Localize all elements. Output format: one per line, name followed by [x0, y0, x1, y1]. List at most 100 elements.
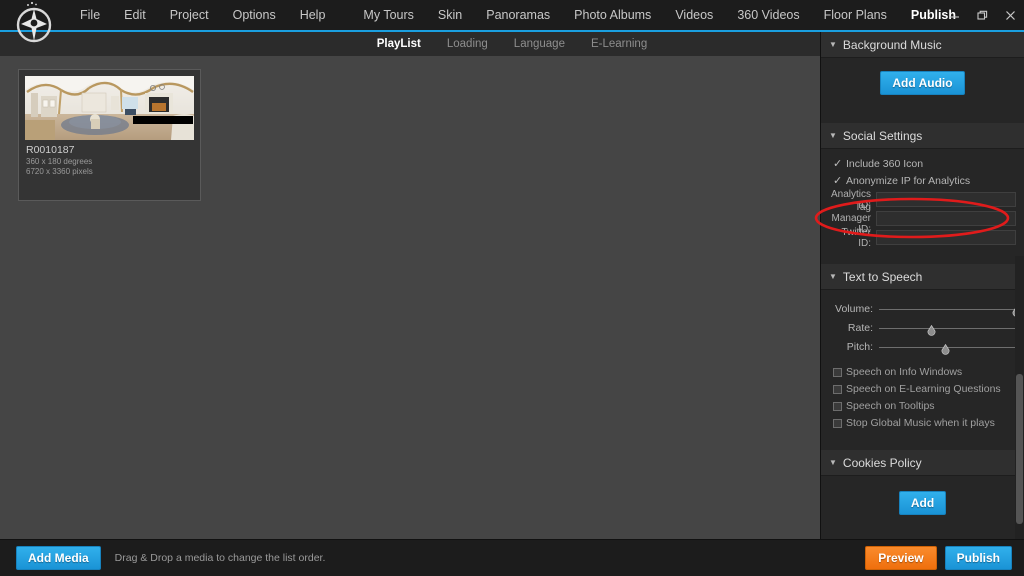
- slider-track[interactable]: [879, 302, 1021, 317]
- section-header-cookies-policy[interactable]: ▼ Cookies Policy: [821, 450, 1024, 476]
- minimize-icon[interactable]: [940, 0, 968, 31]
- bottom-bar-left: Add Media Drag & Drop a media to change …: [0, 546, 325, 570]
- slider-label: Rate:: [847, 321, 873, 334]
- menu-item-photo-albums[interactable]: Photo Albums: [562, 0, 663, 31]
- scrollbar-thumb[interactable]: [1016, 374, 1023, 524]
- section-header-social-settings[interactable]: ▼ Social Settings: [821, 123, 1024, 149]
- section-header-text-to-speech[interactable]: ▼ Text to Speech: [821, 264, 1024, 290]
- window-controls: [940, 0, 1024, 31]
- field-tag-manager-id: Tag Manager ID:: [829, 202, 1016, 235]
- checkbox-speech-on-elearning-questions[interactable]: Speech on E-Learning Questions: [833, 381, 1016, 397]
- check-icon: ✓: [833, 157, 843, 170]
- slider-track[interactable]: [879, 340, 1016, 355]
- panorama-thumbnail: [25, 76, 194, 140]
- slider-handle-rate[interactable]: [927, 323, 936, 336]
- checkbox-stop-global-music[interactable]: Stop Global Music when it plays: [833, 415, 1016, 431]
- menu-item-options[interactable]: Options: [221, 0, 288, 31]
- menu-item-floor-plans[interactable]: Floor Plans: [812, 0, 899, 31]
- section-body-cookies-policy: Add: [821, 476, 1024, 533]
- section-body-background-music: Add Audio: [821, 58, 1024, 113]
- section-title-social-settings: Social Settings: [842, 128, 923, 143]
- playlist-canvas: R0010187 360 x 180 degrees 6720 x 3360 p…: [0, 56, 820, 539]
- tab-loading[interactable]: Loading: [434, 32, 501, 56]
- menu-bar: File Edit Project Options Help My Tours …: [0, 0, 1024, 43]
- menu-item-file[interactable]: File: [68, 0, 112, 31]
- checkbox-box: [833, 401, 842, 411]
- app-logo: [0, 0, 68, 43]
- slider-track[interactable]: [879, 321, 1016, 336]
- menu-items: File Edit Project Options Help My Tours …: [68, 0, 968, 31]
- media-metadata: R0010187 360 x 180 degrees 6720 x 3360 p…: [25, 140, 194, 177]
- media-title: R0010187: [26, 144, 75, 156]
- checkbox-box: [833, 384, 842, 394]
- menu-item-panoramas[interactable]: Panoramas: [474, 0, 562, 31]
- close-icon[interactable]: [996, 0, 1024, 31]
- slider-handle-pitch[interactable]: [941, 342, 950, 355]
- chevron-down-icon: ▼: [829, 272, 837, 281]
- menu-item-project[interactable]: Project: [158, 0, 221, 31]
- panel-scrollbar[interactable]: [1015, 256, 1024, 539]
- divider: [821, 113, 1024, 123]
- add-cookies-policy-button[interactable]: Add: [898, 491, 947, 515]
- field-twitter-id: Twitter ID:: [829, 226, 1016, 249]
- chevron-down-icon: ▼: [829, 131, 837, 140]
- media-pixels: 6720 x 3360 pixels: [26, 167, 93, 176]
- accent-underline: [0, 30, 1024, 32]
- slider-rate[interactable]: Rate:: [829, 318, 1016, 337]
- checkbox-label: Stop Global Music when it plays: [846, 417, 995, 429]
- checkbox-label: Anonymize IP for Analytics: [846, 175, 971, 187]
- section-body-social-settings: ✓ Include 360 Icon ✓ Anonymize IP for An…: [821, 149, 1024, 254]
- tab-language[interactable]: Language: [501, 32, 578, 56]
- checkbox-label: Speech on E-Learning Questions: [846, 383, 1001, 395]
- drag-drop-hint: Drag & Drop a media to change the list o…: [114, 552, 326, 564]
- publish-settings-panel: ▼ Background Music Add Audio ▼ Social Se…: [820, 32, 1024, 539]
- checkbox-box: [833, 418, 842, 428]
- menu-item-360-videos[interactable]: 360 Videos: [725, 0, 811, 31]
- menu-item-my-tours[interactable]: My Tours: [351, 0, 425, 31]
- checkbox-box: [833, 367, 842, 377]
- checkbox-speech-on-tooltips[interactable]: Speech on Tooltips: [833, 398, 1016, 414]
- divider: [821, 254, 1024, 264]
- check-icon: ✓: [833, 174, 843, 187]
- checkbox-speech-on-info-windows[interactable]: Speech on Info Windows: [833, 364, 1016, 380]
- panorama-preview-image: [25, 76, 194, 140]
- section-header-background-music[interactable]: ▼ Background Music: [821, 32, 1024, 58]
- application-window: File Edit Project Options Help My Tours …: [0, 0, 1024, 576]
- menu-item-help[interactable]: Help: [288, 0, 338, 31]
- section-title-background-music: Background Music: [842, 37, 942, 52]
- restore-icon[interactable]: [968, 0, 996, 31]
- menu-item-skin[interactable]: Skin: [426, 0, 474, 31]
- bottom-bar-right: Preview Publish: [865, 546, 1012, 570]
- menu-item-videos[interactable]: Videos: [663, 0, 725, 31]
- chevron-down-icon: ▼: [829, 458, 837, 467]
- section-title-cookies-policy: Cookies Policy: [842, 455, 922, 470]
- section-body-text-to-speech: Volume: Rate: Pitch: Speech on Info Wind…: [821, 290, 1024, 440]
- add-media-button[interactable]: Add Media: [16, 546, 101, 570]
- menu-item-edit[interactable]: Edit: [112, 0, 158, 31]
- add-audio-button[interactable]: Add Audio: [880, 71, 965, 95]
- slider-line: [879, 308, 1016, 310]
- slider-label: Volume:: [835, 302, 873, 315]
- twitter-id-input[interactable]: [876, 230, 1016, 245]
- slider-label: Pitch:: [846, 340, 873, 353]
- field-label: Twitter ID:: [841, 226, 871, 249]
- checkbox-label: Speech on Tooltips: [846, 400, 935, 412]
- media-card[interactable]: R0010187 360 x 180 degrees 6720 x 3360 p…: [18, 69, 201, 201]
- checkbox-include-360-icon[interactable]: ✓ Include 360 Icon: [833, 156, 1016, 172]
- checkbox-label: Speech on Info Windows: [846, 366, 963, 378]
- analytics-id-input[interactable]: [876, 192, 1016, 207]
- checkbox-anonymize-ip[interactable]: ✓ Anonymize IP for Analytics: [833, 173, 1016, 189]
- divider: [821, 440, 1024, 450]
- tag-manager-id-input[interactable]: [876, 211, 1016, 226]
- media-degrees: 360 x 180 degrees: [26, 157, 93, 166]
- tab-playlist[interactable]: PlayList: [364, 32, 434, 56]
- section-title-text-to-speech: Text to Speech: [842, 269, 923, 284]
- slider-volume[interactable]: Volume:: [829, 299, 1021, 318]
- slider-pitch[interactable]: Pitch:: [829, 337, 1016, 356]
- tab-e-learning[interactable]: E-Learning: [578, 32, 660, 56]
- preview-button[interactable]: Preview: [865, 546, 937, 570]
- publish-button[interactable]: Publish: [944, 546, 1012, 570]
- slider-line: [879, 327, 1016, 329]
- bottom-bar: Add Media Drag & Drop a media to change …: [0, 539, 1024, 576]
- checkbox-label: Include 360 Icon: [846, 158, 924, 170]
